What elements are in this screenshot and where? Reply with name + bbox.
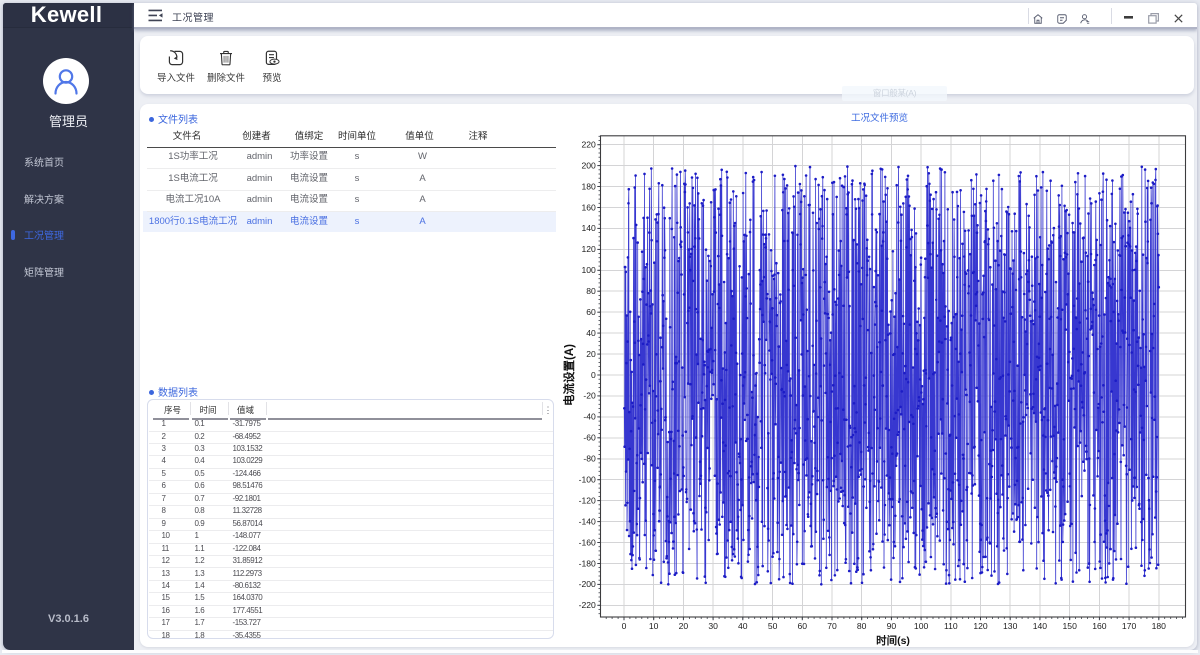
- svg-text:-180: -180: [579, 558, 596, 568]
- svg-text:80: 80: [586, 286, 596, 296]
- svg-text:200: 200: [581, 160, 596, 170]
- svg-text:130: 130: [1003, 621, 1018, 631]
- svg-text:140: 140: [1033, 621, 1048, 631]
- svg-text:50: 50: [768, 621, 778, 631]
- svg-text:220: 220: [581, 140, 596, 150]
- svg-text:-100: -100: [579, 475, 596, 485]
- svg-text:160: 160: [581, 202, 596, 212]
- svg-text:-20: -20: [583, 391, 596, 401]
- svg-text:70: 70: [827, 621, 837, 631]
- svg-text:0: 0: [622, 621, 627, 631]
- svg-text:120: 120: [581, 244, 596, 254]
- svg-text:-160: -160: [579, 537, 596, 547]
- svg-text:90: 90: [887, 621, 897, 631]
- svg-text:150: 150: [1063, 621, 1078, 631]
- svg-text:80: 80: [857, 621, 867, 631]
- svg-text:-60: -60: [583, 433, 596, 443]
- svg-text:60: 60: [798, 621, 808, 631]
- svg-text:180: 180: [581, 181, 596, 191]
- svg-text:0: 0: [591, 370, 596, 380]
- svg-text:60: 60: [586, 307, 596, 317]
- svg-text:-120: -120: [579, 495, 596, 505]
- svg-text:时间(s): 时间(s): [876, 634, 910, 647]
- svg-text:-200: -200: [579, 579, 596, 589]
- svg-text:30: 30: [708, 621, 718, 631]
- svg-text:120: 120: [973, 621, 988, 631]
- svg-text:20: 20: [679, 621, 689, 631]
- svg-text:110: 110: [944, 621, 958, 631]
- svg-text:-80: -80: [583, 454, 596, 464]
- svg-text:100: 100: [581, 265, 596, 275]
- svg-text:-40: -40: [583, 412, 596, 422]
- svg-text:10: 10: [649, 621, 659, 631]
- svg-text:100: 100: [914, 621, 929, 631]
- svg-text:-220: -220: [579, 600, 596, 610]
- svg-text:-140: -140: [579, 516, 596, 526]
- svg-text:140: 140: [581, 223, 596, 233]
- svg-text:170: 170: [1122, 621, 1137, 631]
- svg-text:20: 20: [586, 349, 596, 359]
- svg-text:电流设置(A): 电流设置(A): [562, 344, 576, 406]
- svg-text:160: 160: [1092, 621, 1107, 631]
- svg-text:180: 180: [1152, 621, 1167, 631]
- svg-text:40: 40: [586, 328, 596, 338]
- svg-text:40: 40: [738, 621, 748, 631]
